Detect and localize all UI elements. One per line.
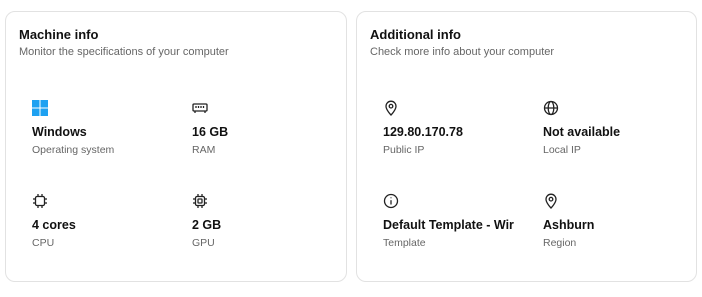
gpu-label: GPU [192,237,215,249]
cpu-value: 4 cores [32,218,76,232]
machine-info-title: Machine info [19,27,99,42]
gpu-icon [192,193,208,209]
info-circle-icon [383,193,399,209]
operating-system-value: Windows [32,125,87,139]
machine-info-card: Machine info Monitor the specifications … [5,11,347,282]
ram-value: 16 GB [192,125,229,139]
location-pin-icon [383,100,399,116]
local-ip-label: Local IP [543,144,581,156]
windows-logo-icon [32,100,48,116]
machine-info-subtitle: Monitor the specifications of your compu… [19,46,229,58]
additional-info-subtitle: Check more info about your computer [370,46,555,58]
region-label: Region [543,237,577,249]
template-value: Default Template - Wir [383,218,514,232]
template-label: Template [383,237,426,249]
local-ip-value: Not available [543,125,621,139]
location-pin-icon [543,193,559,209]
public-ip-label: Public IP [383,144,425,156]
operating-system-label: Operating system [32,144,115,156]
public-ip-value: 129.80.170.78 [383,125,463,139]
region-value: Ashburn [543,218,595,232]
cpu-label: CPU [32,237,55,249]
ram-label: RAM [192,144,216,156]
cpu-icon [32,193,48,209]
gpu-value: 2 GB [192,218,222,232]
additional-info-title: Additional info [370,27,461,42]
ram-icon [192,100,208,116]
additional-info-card: Additional info Check more info about yo… [356,11,697,282]
globe-icon [543,100,559,116]
